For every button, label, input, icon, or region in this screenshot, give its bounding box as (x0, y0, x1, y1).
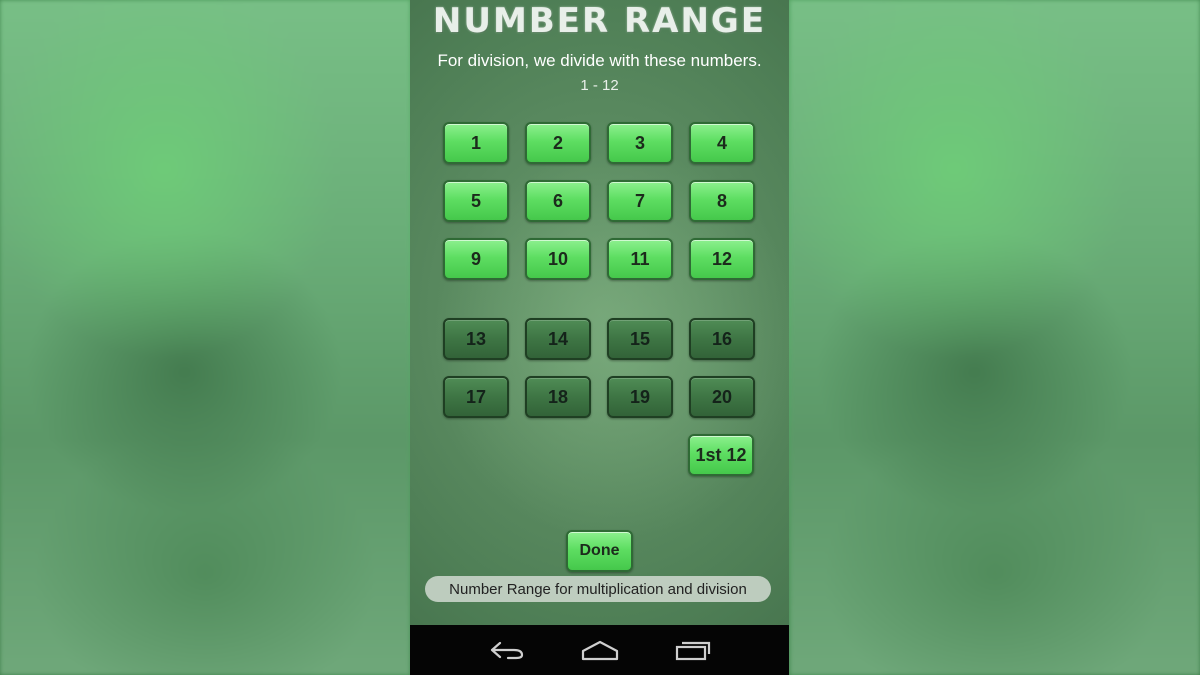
number-button-20[interactable]: 20 (689, 376, 755, 418)
home-icon[interactable] (578, 635, 622, 665)
recent-apps-icon[interactable] (671, 635, 715, 665)
number-button-7[interactable]: 7 (607, 180, 673, 222)
number-button-16[interactable]: 16 (689, 318, 755, 360)
blurred-background-left (0, 0, 410, 675)
blurred-background-right (790, 0, 1200, 675)
number-button-15[interactable]: 15 (607, 318, 673, 360)
done-button[interactable]: Done (566, 530, 633, 572)
number-button-12[interactable]: 12 (689, 238, 755, 280)
first-12-preset-button[interactable]: 1st 12 (688, 434, 754, 476)
number-button-18[interactable]: 18 (525, 376, 591, 418)
number-button-14[interactable]: 14 (525, 318, 591, 360)
number-button-11[interactable]: 11 (607, 238, 673, 280)
caption-label: Number Range for multiplication and divi… (425, 576, 771, 602)
number-button-10[interactable]: 10 (525, 238, 591, 280)
page-title: NUMBER RANGE (432, 1, 767, 41)
android-nav-bar (410, 625, 789, 675)
active-number-grid: 1 2 3 4 5 6 7 8 9 10 11 12 (443, 122, 755, 280)
number-button-5[interactable]: 5 (443, 180, 509, 222)
number-button-19[interactable]: 19 (607, 376, 673, 418)
number-button-2[interactable]: 2 (525, 122, 591, 164)
number-button-4[interactable]: 4 (689, 122, 755, 164)
number-button-3[interactable]: 3 (607, 122, 673, 164)
selected-range-text: 1 - 12 (580, 77, 619, 94)
subtitle: For division, we divide with these numbe… (437, 51, 762, 70)
number-button-1[interactable]: 1 (443, 122, 509, 164)
number-button-17[interactable]: 17 (443, 376, 509, 418)
phone-screen: NUMBER RANGE For division, we divide wit… (410, 0, 789, 675)
number-button-13[interactable]: 13 (443, 318, 509, 360)
number-button-8[interactable]: 8 (689, 180, 755, 222)
number-button-9[interactable]: 9 (443, 238, 509, 280)
chalkboard-background: NUMBER RANGE For division, we divide wit… (410, 0, 789, 625)
back-icon[interactable] (485, 635, 529, 665)
inactive-number-grid: 13 14 15 16 17 18 19 20 (443, 318, 755, 418)
number-button-6[interactable]: 6 (525, 180, 591, 222)
